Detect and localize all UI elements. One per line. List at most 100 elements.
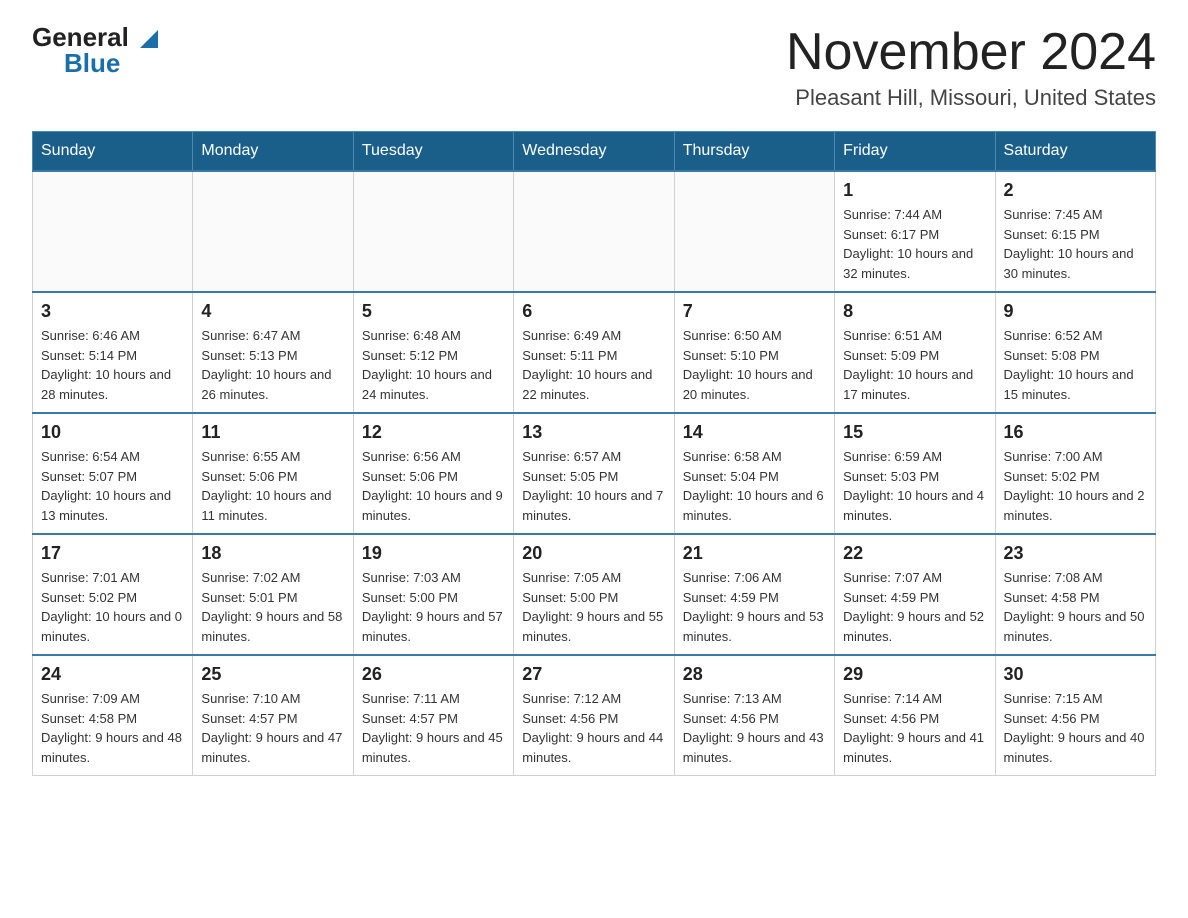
calendar-cell: 21Sunrise: 7:06 AMSunset: 4:59 PMDayligh… <box>674 534 834 655</box>
day-number: 18 <box>201 543 344 564</box>
calendar-cell: 18Sunrise: 7:02 AMSunset: 5:01 PMDayligh… <box>193 534 353 655</box>
day-number: 4 <box>201 301 344 322</box>
calendar-week-row: 17 Sunrise: 7:01 AMSunset: 5:02 PMDayligh… <box>33 534 1156 655</box>
day-info: Sunrise: 7:10 AMSunset: 4:57 PMDaylight:… <box>201 689 344 767</box>
calendar-cell: 22Sunrise: 7:07 AMSunset: 4:59 PMDayligh… <box>835 534 995 655</box>
weekday-header-saturday: Saturday <box>995 132 1155 172</box>
weekday-header-friday: Friday <box>835 132 995 172</box>
day-info: Sunrise: 7:11 AMSunset: 4:57 PMDaylight:… <box>362 689 505 767</box>
calendar-week-row: 24 Sunrise: 7:09 AMSunset: 4:58 PMDayligh… <box>33 655 1156 776</box>
calendar-cell: 3 Sunrise: 6:46 AMSunset: 5:14 PMDaylight… <box>33 292 193 413</box>
calendar-cell: 28 Sunrise: 7:13 AMSunset: 4:56 PMDayligh… <box>674 655 834 776</box>
day-info: Sunrise: 6:57 AMSunset: 5:05 PMDaylight:… <box>522 447 665 525</box>
calendar-cell: 15 Sunrise: 6:59 AMSunset: 5:03 PMDayligh… <box>835 413 995 534</box>
day-number: 5 <box>362 301 505 322</box>
calendar-cell: 9Sunrise: 6:52 AMSunset: 5:08 PMDaylight… <box>995 292 1155 413</box>
calendar-cell: 19Sunrise: 7:03 AMSunset: 5:00 PMDayligh… <box>353 534 513 655</box>
day-info: Sunrise: 7:12 AMSunset: 4:56 PMDaylight:… <box>522 689 665 767</box>
day-info: Sunrise: 7:01 AMSunset: 5:02 PMDaylight:… <box>41 568 184 646</box>
calendar-week-row: 1 Sunrise: 7:44 AMSunset: 6:17 PMDaylight… <box>33 171 1156 292</box>
day-number: 1 <box>843 180 986 201</box>
day-info: Sunrise: 7:07 AMSunset: 4:59 PMDaylight:… <box>843 568 986 646</box>
weekday-header-row: SundayMondayTuesdayWednesdayThursdayFrid… <box>33 132 1156 172</box>
weekday-header-tuesday: Tuesday <box>353 132 513 172</box>
calendar-cell: 16 Sunrise: 7:00 AMSunset: 5:02 PMDayligh… <box>995 413 1155 534</box>
day-info: Sunrise: 6:50 AMSunset: 5:10 PMDaylight:… <box>683 326 826 404</box>
day-info: Sunrise: 6:51 AMSunset: 5:09 PMDaylight:… <box>843 326 986 404</box>
day-info: Sunrise: 7:45 AMSunset: 6:15 PMDaylight:… <box>1004 205 1147 283</box>
calendar-week-row: 10Sunrise: 6:54 AMSunset: 5:07 PMDayligh… <box>33 413 1156 534</box>
day-info: Sunrise: 6:54 AMSunset: 5:07 PMDaylight:… <box>41 447 184 525</box>
calendar-cell: 30 Sunrise: 7:15 AMSunset: 4:56 PMDayligh… <box>995 655 1155 776</box>
calendar-cell: 27 Sunrise: 7:12 AMSunset: 4:56 PMDayligh… <box>514 655 674 776</box>
calendar-cell: 5 Sunrise: 6:48 AMSunset: 5:12 PMDaylight… <box>353 292 513 413</box>
calendar-cell: 13 Sunrise: 6:57 AMSunset: 5:05 PMDayligh… <box>514 413 674 534</box>
calendar-cell <box>193 171 353 292</box>
day-number: 15 <box>843 422 986 443</box>
calendar-week-row: 3 Sunrise: 6:46 AMSunset: 5:14 PMDaylight… <box>33 292 1156 413</box>
calendar-cell: 12Sunrise: 6:56 AMSunset: 5:06 PMDayligh… <box>353 413 513 534</box>
day-info: Sunrise: 7:44 AMSunset: 6:17 PMDaylight:… <box>843 205 986 283</box>
weekday-header-thursday: Thursday <box>674 132 834 172</box>
day-number: 27 <box>522 664 665 685</box>
day-number: 16 <box>1004 422 1147 443</box>
logo-general: General <box>32 24 158 50</box>
day-info: Sunrise: 7:13 AMSunset: 4:56 PMDaylight:… <box>683 689 826 767</box>
day-info: Sunrise: 7:09 AMSunset: 4:58 PMDaylight:… <box>41 689 184 767</box>
calendar-cell: 14Sunrise: 6:58 AMSunset: 5:04 PMDayligh… <box>674 413 834 534</box>
day-info: Sunrise: 6:52 AMSunset: 5:08 PMDaylight:… <box>1004 326 1147 404</box>
calendar-cell: 29 Sunrise: 7:14 AMSunset: 4:56 PMDayligh… <box>835 655 995 776</box>
day-number: 12 <box>362 422 505 443</box>
day-number: 14 <box>683 422 826 443</box>
day-number: 3 <box>41 301 184 322</box>
calendar-cell: 7Sunrise: 6:50 AMSunset: 5:10 PMDaylight… <box>674 292 834 413</box>
day-info: Sunrise: 7:00 AMSunset: 5:02 PMDaylight:… <box>1004 447 1147 525</box>
day-number: 24 <box>41 664 184 685</box>
day-number: 6 <box>522 301 665 322</box>
day-number: 11 <box>201 422 344 443</box>
calendar-cell: 20Sunrise: 7:05 AMSunset: 5:00 PMDayligh… <box>514 534 674 655</box>
calendar-cell <box>514 171 674 292</box>
day-number: 2 <box>1004 180 1147 201</box>
day-number: 25 <box>201 664 344 685</box>
day-info: Sunrise: 7:03 AMSunset: 5:00 PMDaylight:… <box>362 568 505 646</box>
calendar-cell <box>353 171 513 292</box>
weekday-header-monday: Monday <box>193 132 353 172</box>
calendar-cell: 1 Sunrise: 7:44 AMSunset: 6:17 PMDaylight… <box>835 171 995 292</box>
day-info: Sunrise: 7:05 AMSunset: 5:00 PMDaylight:… <box>522 568 665 646</box>
calendar-cell: 8Sunrise: 6:51 AMSunset: 5:09 PMDaylight… <box>835 292 995 413</box>
page-header: General Blue November 2024 Pleasant Hill… <box>32 24 1156 111</box>
calendar-cell: 24 Sunrise: 7:09 AMSunset: 4:58 PMDayligh… <box>33 655 193 776</box>
calendar-cell: 17 Sunrise: 7:01 AMSunset: 5:02 PMDayligh… <box>33 534 193 655</box>
day-info: Sunrise: 6:48 AMSunset: 5:12 PMDaylight:… <box>362 326 505 404</box>
day-number: 29 <box>843 664 986 685</box>
day-number: 13 <box>522 422 665 443</box>
day-info: Sunrise: 6:55 AMSunset: 5:06 PMDaylight:… <box>201 447 344 525</box>
weekday-header-wednesday: Wednesday <box>514 132 674 172</box>
logo-triangle-icon <box>140 30 158 48</box>
month-title: November 2024 <box>786 24 1156 81</box>
day-number: 28 <box>683 664 826 685</box>
weekday-header-sunday: Sunday <box>33 132 193 172</box>
logo: General Blue <box>32 24 158 76</box>
day-info: Sunrise: 6:49 AMSunset: 5:11 PMDaylight:… <box>522 326 665 404</box>
day-info: Sunrise: 6:59 AMSunset: 5:03 PMDaylight:… <box>843 447 986 525</box>
day-number: 26 <box>362 664 505 685</box>
calendar-cell: 26 Sunrise: 7:11 AMSunset: 4:57 PMDayligh… <box>353 655 513 776</box>
day-info: Sunrise: 6:47 AMSunset: 5:13 PMDaylight:… <box>201 326 344 404</box>
day-info: Sunrise: 7:14 AMSunset: 4:56 PMDaylight:… <box>843 689 986 767</box>
location-subtitle: Pleasant Hill, Missouri, United States <box>786 85 1156 111</box>
calendar-cell: 10Sunrise: 6:54 AMSunset: 5:07 PMDayligh… <box>33 413 193 534</box>
title-section: November 2024 Pleasant Hill, Missouri, U… <box>786 24 1156 111</box>
day-info: Sunrise: 6:46 AMSunset: 5:14 PMDaylight:… <box>41 326 184 404</box>
day-number: 30 <box>1004 664 1147 685</box>
calendar-cell: 4 Sunrise: 6:47 AMSunset: 5:13 PMDaylight… <box>193 292 353 413</box>
calendar-cell <box>33 171 193 292</box>
calendar-cell: 25 Sunrise: 7:10 AMSunset: 4:57 PMDayligh… <box>193 655 353 776</box>
calendar-cell <box>674 171 834 292</box>
day-info: Sunrise: 7:15 AMSunset: 4:56 PMDaylight:… <box>1004 689 1147 767</box>
calendar-cell: 11 Sunrise: 6:55 AMSunset: 5:06 PMDayligh… <box>193 413 353 534</box>
calendar-table: SundayMondayTuesdayWednesdayThursdayFrid… <box>32 131 1156 776</box>
day-info: Sunrise: 7:08 AMSunset: 4:58 PMDaylight:… <box>1004 568 1147 646</box>
day-number: 17 <box>41 543 184 564</box>
